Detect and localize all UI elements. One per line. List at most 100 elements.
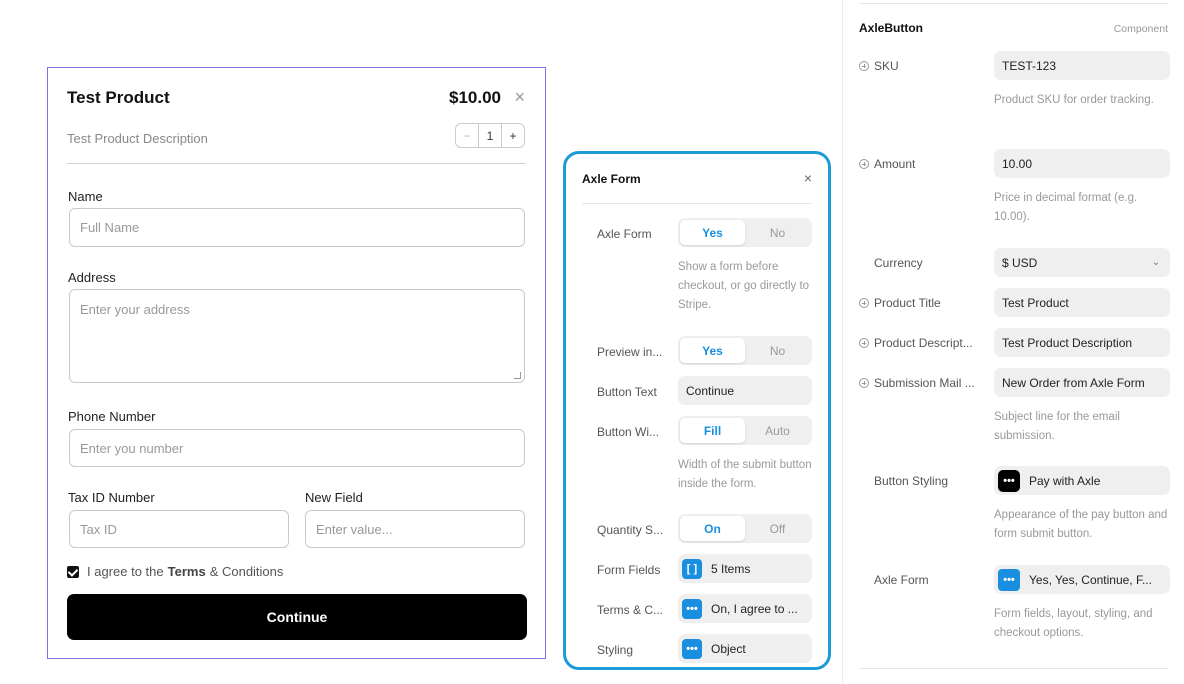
axle-form-no[interactable]: No <box>745 220 810 245</box>
styling-control[interactable]: ••• Object <box>678 634 812 663</box>
button-styling-label: Button Styling <box>874 474 949 488</box>
button-styling-control[interactable]: ••• Pay with Axle <box>994 466 1170 495</box>
new-field-placeholder: Enter value... <box>316 521 393 537</box>
styling-label: Styling <box>597 643 634 657</box>
quantity-toggle: On Off <box>678 514 812 543</box>
form-fields-label: Form Fields <box>597 563 661 577</box>
product-description-input[interactable]: Test Product Description <box>994 328 1170 357</box>
plus-circle-icon[interactable] <box>859 159 869 169</box>
product-description: Test Product Description <box>67 131 208 146</box>
button-text-input[interactable]: Continue <box>678 376 812 405</box>
button-styling-help: Appearance of the pay button and form su… <box>994 509 1168 540</box>
button-width-help: Width of the submit button inside the fo… <box>678 459 812 490</box>
axle-form-value: Yes, Yes, Continue, F... <box>1029 572 1152 587</box>
object-icon: ••• <box>998 469 1020 492</box>
tax-id-input[interactable]: Tax ID <box>69 510 289 548</box>
quantity-label: Quantity S... <box>597 523 664 537</box>
terms-link[interactable]: Terms <box>168 564 206 579</box>
name-label: Name <box>68 189 103 204</box>
submission-mail-input[interactable]: New Order from Axle Form <box>994 368 1170 397</box>
form-fields-control[interactable]: [ ] 5 Items <box>678 554 812 583</box>
button-width-fill[interactable]: Fill <box>680 418 745 443</box>
divider <box>582 203 812 204</box>
quantity-increment-button[interactable]: + <box>502 124 524 147</box>
divider <box>859 3 1168 4</box>
styling-value: Object <box>711 641 746 656</box>
submission-mail-label: Submission Mail ... <box>874 376 975 390</box>
submission-mail-help: Subject line for the email submission. <box>994 411 1120 442</box>
product-title-label: Product Title <box>874 296 941 310</box>
close-icon[interactable]: × <box>804 170 812 186</box>
sku-input[interactable]: TEST-123 <box>994 51 1170 80</box>
quantity-on[interactable]: On <box>680 516 745 541</box>
divider <box>859 668 1168 669</box>
button-width-toggle: Fill Auto <box>678 416 812 445</box>
object-icon: ••• <box>998 568 1020 591</box>
preview-yes[interactable]: Yes <box>680 338 745 363</box>
axle-form-label: Axle Form <box>597 227 652 241</box>
object-icon: ••• <box>682 598 702 619</box>
tax-id-placeholder: Tax ID <box>80 521 117 537</box>
component-type: Component <box>1113 23 1168 35</box>
phone-input[interactable]: Enter you number <box>69 429 525 467</box>
quantity-off[interactable]: Off <box>745 516 810 541</box>
terms-label: Terms & C... <box>597 603 664 617</box>
currency-value: $ USD <box>1002 255 1038 270</box>
component-name: AxleButton <box>859 21 923 35</box>
button-styling-value: Pay with Axle <box>1029 473 1101 488</box>
axle-form-yes[interactable]: Yes <box>680 220 745 245</box>
plus-circle-icon[interactable] <box>859 338 869 348</box>
product-checkout-form: Test Product $10.00 × Test Product Descr… <box>47 67 546 659</box>
axle-form-toggle: Yes No <box>678 218 812 247</box>
preview-no[interactable]: No <box>745 338 810 363</box>
axle-form-control[interactable]: ••• Yes, Yes, Continue, F... <box>994 565 1170 594</box>
address-textarea[interactable]: Enter your address <box>69 289 525 383</box>
axle-form-popover: Axle Form × Axle Form Yes No Show a form… <box>563 151 831 670</box>
plus-circle-icon[interactable] <box>859 298 869 308</box>
terms-agreement[interactable]: I agree to the Terms & Conditions <box>67 564 283 579</box>
new-field-label: New Field <box>305 490 363 505</box>
close-icon[interactable]: × <box>514 87 525 107</box>
resize-handle-icon[interactable] <box>514 372 521 379</box>
name-input[interactable]: Full Name <box>69 208 525 247</box>
quantity-stepper: − 1 + <box>455 123 525 148</box>
preview-label: Preview in... <box>597 345 663 359</box>
preview-toggle: Yes No <box>678 336 812 365</box>
button-width-label: Button Wi... <box>597 425 660 439</box>
terms-text-post: & Conditions <box>209 564 284 579</box>
currency-select[interactable]: $ USD ⌄ <box>994 248 1170 277</box>
button-width-auto[interactable]: Auto <box>745 418 810 443</box>
axle-form-label: Axle Form <box>874 573 929 587</box>
quantity-decrement-button[interactable]: − <box>456 124 478 147</box>
new-field-input[interactable]: Enter value... <box>305 510 525 548</box>
form-fields-value: 5 Items <box>711 561 751 576</box>
axle-form-help: Form fields, layout, styling, and checko… <box>994 608 1153 639</box>
quantity-value[interactable]: 1 <box>478 124 502 147</box>
tax-id-label: Tax ID Number <box>68 490 155 505</box>
product-title: Test Product <box>67 88 170 107</box>
terms-checkbox[interactable] <box>67 565 79 578</box>
sku-label: SKU <box>874 59 899 73</box>
plus-circle-icon[interactable] <box>859 378 869 388</box>
divider <box>67 163 526 164</box>
currency-label: Currency <box>874 256 923 270</box>
app-root: Test Product $10.00 × Test Product Descr… <box>0 0 1184 684</box>
plus-circle-icon[interactable] <box>859 61 869 71</box>
amount-help: Price in decimal format (e.g. 10.00). <box>994 192 1138 223</box>
product-title-input[interactable]: Test Product <box>994 288 1170 317</box>
array-icon: [ ] <box>682 558 702 579</box>
terms-value: On, I agree to ... <box>711 601 798 616</box>
continue-button[interactable]: Continue <box>67 594 527 640</box>
name-placeholder: Full Name <box>80 220 140 235</box>
chevron-down-icon: ⌄ <box>1151 257 1160 268</box>
product-description-label: Product Descript... <box>874 336 973 350</box>
phone-label: Phone Number <box>68 409 156 424</box>
popover-title: Axle Form <box>582 172 641 186</box>
button-text-label: Button Text <box>597 385 657 399</box>
terms-control[interactable]: ••• On, I agree to ... <box>678 594 812 623</box>
address-label: Address <box>68 270 116 285</box>
amount-input[interactable]: 10.00 <box>994 149 1170 178</box>
properties-panel: AxleButton Component SKU TEST-123 Produc… <box>842 0 1184 684</box>
amount-label: Amount <box>874 157 916 171</box>
sku-help: Product SKU for order tracking. <box>994 94 1154 106</box>
